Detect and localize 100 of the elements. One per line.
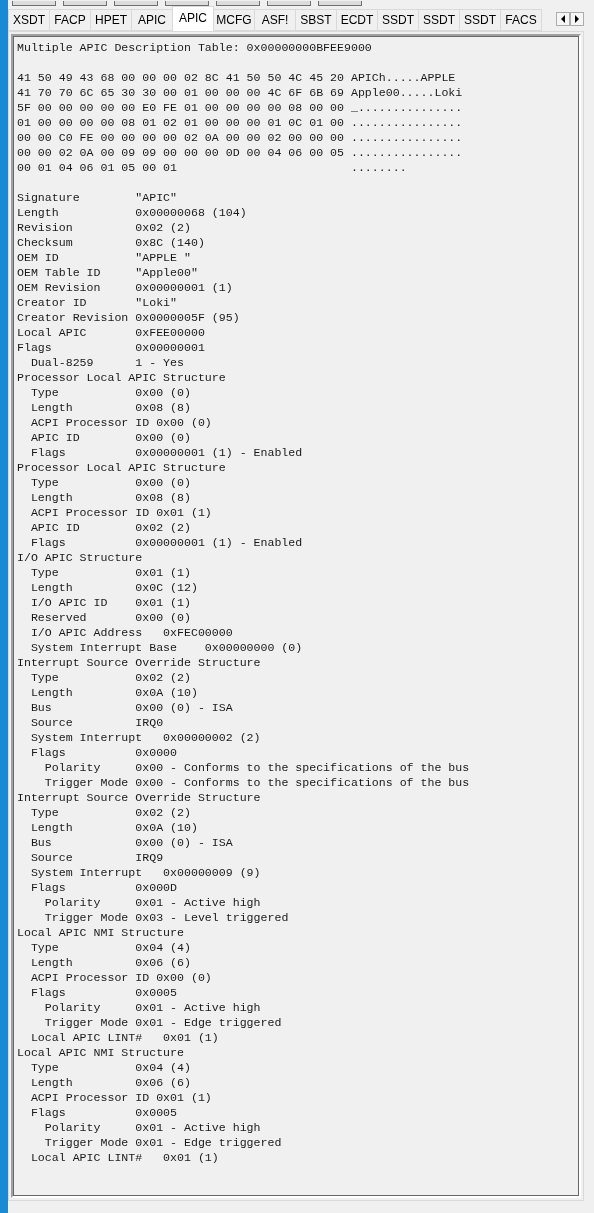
field-line: Type 0x02 (2) (30, 805, 191, 820)
field-line: Polarity 0x01 - Active high (44, 1120, 261, 1135)
tab[interactable]: SSDT (377, 9, 419, 31)
section-heading: Processor Local APIC Structure (17, 460, 226, 475)
field-line: OEM ID "APPLE " (17, 250, 191, 265)
field-line: System Interrupt 0x00000002 (2) (30, 730, 261, 745)
field-line: APIC ID 0x02 (2) (30, 520, 191, 535)
field-line: Type 0x04 (4) (30, 1060, 191, 1075)
field-line: Type 0x00 (0) (30, 385, 191, 400)
field-line: Local APIC 0xFEE00000 (17, 325, 205, 340)
field-line: Trigger Mode 0x03 - Level triggered (44, 910, 289, 925)
tab[interactable]: XSDT (8, 9, 50, 31)
field-line: APIC ID 0x00 (0) (30, 430, 191, 445)
hex-bytes: 00 00 02 0A 00 09 09 00 00 00 0D 00 04 06 00 05 (17, 145, 345, 160)
field-line: Length 0x00000068 (104) (17, 205, 247, 220)
ascii-text: ................ (350, 145, 463, 160)
field-line: Trigger Mode 0x01 - Edge triggered (44, 1015, 282, 1030)
field-line: Trigger Mode 0x01 - Edge triggered (44, 1135, 282, 1150)
toolbar-button[interactable] (63, 1, 107, 6)
hex-bytes: 01 00 00 00 00 08 01 02 01 00 00 00 01 0C 01 00 (17, 115, 345, 130)
field-line: OEM Table ID "Apple00" (17, 265, 198, 280)
field-line: OEM Revision 0x00000001 (1) (17, 280, 233, 295)
field-line: ACPI Processor ID 0x01 (1) (30, 1090, 212, 1105)
tab[interactable]: SSDT (418, 9, 460, 31)
field-line: Length 0x06 (6) (30, 955, 191, 970)
field-line: Local APIC LINT# 0x01 (1) (30, 1150, 219, 1165)
field-line: Type 0x02 (2) (30, 670, 191, 685)
left-triangle-icon (560, 15, 566, 23)
section-heading: Flags 0x0005 (30, 1105, 177, 1120)
section-heading: Local APIC NMI Structure (17, 1045, 184, 1060)
section-heading: Processor Local APIC Structure (17, 370, 226, 385)
field-line: Signature "APIC" (17, 190, 178, 205)
field-line: Dual-8259 1 - Yes (30, 355, 184, 370)
toolbar-button[interactable] (318, 1, 362, 6)
toolbar-button[interactable] (267, 1, 311, 6)
right-triangle-icon (574, 15, 580, 23)
hex-bytes: 41 50 49 43 68 00 00 00 02 8C 41 50 50 4C 45 20 (17, 70, 345, 85)
field-line: Local APIC LINT# 0x01 (1) (30, 1030, 219, 1045)
tab[interactable]: APIC (172, 6, 214, 31)
toolbar-button[interactable] (216, 1, 260, 6)
field-line: Length 0x0A (10) (30, 685, 198, 700)
field-line: Source IRQ0 (30, 715, 164, 730)
field-line: Polarity 0x01 - Active high (44, 1000, 261, 1015)
tab[interactable]: ASF! (254, 9, 296, 31)
field-line: Type 0x00 (0) (30, 475, 191, 490)
tab[interactable]: ECDT (336, 9, 378, 31)
tab[interactable]: SBST (295, 9, 337, 31)
section-heading: Flags 0x0005 (30, 985, 177, 1000)
field-line: Revision 0x02 (2) (17, 220, 191, 235)
tab[interactable]: MCFG (213, 9, 255, 31)
field-line: ACPI Processor ID 0x00 (0) (30, 970, 212, 985)
field-line: System Interrupt Base 0x00000000 (0) (30, 640, 303, 655)
field-line: Trigger Mode 0x00 - Conforms to the specifications of the bus (44, 775, 470, 790)
ascii-text: Apple00.....Loki (350, 85, 463, 100)
field-line: Flags 0x00000001 (1) - Enabled (30, 445, 303, 460)
field-line: Length 0x08 (8) (30, 400, 191, 415)
field-line: Creator Revision 0x0000005F (95) (17, 310, 240, 325)
toolbar-button[interactable] (12, 1, 56, 6)
field-line: I/O APIC Address 0xFEC00000 (30, 625, 233, 640)
scroll-left-button[interactable] (556, 12, 570, 26)
scroll-right-button[interactable] (570, 12, 584, 26)
ascii-text: ................ (350, 130, 463, 145)
field-line: Bus 0x00 (0) - ISA (30, 835, 233, 850)
ascii-text: _............... (350, 100, 463, 115)
ascii-text: ................ (350, 115, 463, 130)
field-line: Type 0x04 (4) (30, 940, 191, 955)
field-line: Source IRQ9 (30, 850, 164, 865)
field-line: Length 0x08 (8) (30, 490, 191, 505)
hex-bytes: 00 01 04 06 01 05 00 01 (17, 160, 179, 175)
section-heading: Flags 0x0000 (30, 745, 177, 760)
field-line: Checksum 0x8C (140) (17, 235, 205, 250)
section-heading: Flags 0x000D (30, 880, 177, 895)
field-line: I/O APIC ID 0x01 (1) (30, 595, 191, 610)
section-heading: Interrupt Source Override Structure (17, 790, 261, 805)
section-heading: I/O APIC Structure (17, 550, 143, 565)
field-line: System Interrupt 0x00000009 (9) (30, 865, 261, 880)
field-line: Polarity 0x00 - Conforms to the specifications of the bus (44, 760, 470, 775)
tab[interactable]: FACP (49, 9, 91, 31)
section-heading: Interrupt Source Override Structure (17, 655, 261, 670)
field-line: Length 0x06 (6) (30, 1075, 191, 1090)
toolbar-button[interactable] (114, 1, 158, 6)
tab[interactable]: HPET (90, 9, 132, 31)
tab[interactable]: FACS (500, 9, 542, 31)
field-line: Reserved 0x00 (0) (30, 610, 191, 625)
table-title: Multiple APIC Description Table: 0x00000000BFEE9000 (17, 40, 372, 55)
hex-bytes: 41 70 70 6C 65 30 30 00 01 00 00 00 4C 6F 6B 69 (17, 85, 345, 100)
field-line: Length 0x0C (12) (30, 580, 198, 595)
section-heading: Flags 0x00000001 (17, 340, 205, 355)
ascii-text: APICh.....APPLE (350, 70, 456, 85)
field-line: Flags 0x00000001 (1) - Enabled (30, 535, 303, 550)
tab[interactable]: APIC (131, 9, 173, 31)
ascii-text: ........ (350, 160, 407, 175)
field-line: Bus 0x00 (0) - ISA (30, 700, 233, 715)
field-line: Polarity 0x01 - Active high (44, 895, 261, 910)
tab[interactable]: SSDT (459, 9, 501, 31)
section-heading: Local APIC NMI Structure (17, 925, 184, 940)
field-line: ACPI Processor ID 0x01 (1) (30, 505, 212, 520)
toolbar-button[interactable] (165, 1, 209, 6)
field-line: ACPI Processor ID 0x00 (0) (30, 415, 212, 430)
hex-bytes: 00 00 C0 FE 00 00 00 00 02 0A 00 00 02 00 00 00 (17, 130, 345, 145)
